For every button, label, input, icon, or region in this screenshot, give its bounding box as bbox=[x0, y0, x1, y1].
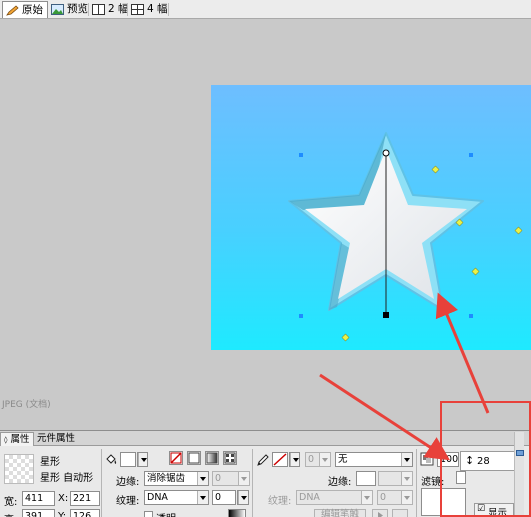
height-field[interactable]: 391 bbox=[22, 509, 55, 517]
tab-2-up-label: 2 幅 bbox=[108, 3, 129, 15]
transparent-checkbox[interactable] bbox=[144, 511, 153, 517]
opacity-icon bbox=[420, 452, 434, 466]
fill-texture-value: DNA bbox=[147, 492, 168, 503]
tab-preview[interactable]: 预览 bbox=[48, 1, 92, 18]
object-name: 星形 bbox=[40, 457, 60, 468]
shape-control-point[interactable] bbox=[471, 267, 480, 276]
paint-bucket-icon bbox=[106, 454, 117, 464]
x-field[interactable]: 221 bbox=[70, 491, 100, 506]
four-up-icon bbox=[131, 4, 144, 15]
stroke-play-button[interactable] bbox=[372, 509, 388, 517]
star-shape-svg[interactable] bbox=[211, 85, 531, 350]
shape-control-point[interactable] bbox=[514, 226, 523, 235]
fill-color-swatch[interactable] bbox=[120, 452, 136, 467]
pencil-icon bbox=[6, 5, 19, 16]
x-label: X: bbox=[58, 493, 69, 504]
stroke-size-field: 0 bbox=[305, 452, 331, 467]
stroke-style-dropdown[interactable]: 无 bbox=[335, 452, 413, 467]
stroke-pencil-icon bbox=[257, 454, 269, 466]
stroke-texture-dropdown: DNA bbox=[296, 490, 373, 505]
solid-fill-icon bbox=[188, 452, 200, 464]
panel-divider bbox=[416, 449, 417, 517]
tab-divider bbox=[168, 3, 169, 16]
stroke-texture-value: DNA bbox=[299, 492, 320, 503]
panel-divider bbox=[101, 449, 102, 517]
y-field[interactable]: 126 bbox=[70, 509, 100, 517]
shape-control-point[interactable] bbox=[341, 333, 350, 342]
fill-edge-amount-value: 0 bbox=[215, 473, 222, 484]
view-tab-bar: 原始 预览 2 幅 4 幅 bbox=[0, 0, 531, 19]
fill-texture-amount[interactable]: 0 bbox=[212, 490, 236, 505]
tab-symbol-properties[interactable]: 元件属性 bbox=[34, 432, 78, 446]
tab-2-up[interactable]: 2 幅 bbox=[89, 1, 133, 18]
selection-handle[interactable] bbox=[299, 153, 303, 157]
stroke-texture-amount: 0 bbox=[377, 490, 413, 505]
stroke-texture-amount-value: 0 bbox=[380, 492, 387, 503]
fill-texture-label: 纹理: bbox=[116, 496, 140, 507]
stroke-texture-label: 纹理: bbox=[268, 496, 292, 507]
tab-symbol-properties-label: 元件属性 bbox=[37, 433, 76, 444]
width-field[interactable]: 411 bbox=[22, 491, 55, 506]
gradient-end-handle[interactable] bbox=[383, 312, 389, 318]
object-thumbnail bbox=[4, 454, 34, 484]
two-up-icon bbox=[92, 4, 105, 15]
stroke-size-value: 0 bbox=[308, 454, 315, 465]
fill-edge-label: 边缘: bbox=[116, 477, 140, 488]
fill-solid-button[interactable] bbox=[187, 451, 201, 465]
tab-preview-label: 预览 bbox=[67, 3, 88, 15]
shape-control-point[interactable] bbox=[431, 165, 440, 174]
image-preview-icon bbox=[51, 4, 64, 15]
stroke-edge-amount bbox=[378, 471, 413, 486]
fill-none-button[interactable] bbox=[169, 451, 183, 465]
stroke-placement-button[interactable] bbox=[392, 509, 408, 517]
fill-gradient-button[interactable] bbox=[205, 451, 219, 465]
stroke-color-dropdown[interactable] bbox=[289, 452, 300, 467]
collapse-icon: ◊ bbox=[4, 436, 8, 444]
stroke-color-swatch[interactable] bbox=[272, 452, 288, 467]
panel-divider bbox=[252, 449, 253, 517]
play-icon bbox=[378, 512, 383, 517]
selection-handle[interactable] bbox=[469, 153, 473, 157]
fill-texture-amount-dropdown[interactable] bbox=[237, 490, 249, 505]
tab-4-up[interactable]: 4 幅 bbox=[128, 1, 172, 18]
pattern-fill-icon bbox=[224, 452, 236, 464]
fill-edge-value: 消除锯齿 bbox=[147, 473, 186, 484]
fill-texture-dropdown[interactable]: DNA bbox=[144, 490, 209, 505]
fill-edge-dropdown[interactable]: 消除锯齿 bbox=[144, 471, 209, 486]
fill-color-dropdown[interactable] bbox=[137, 452, 148, 467]
no-stroke-icon bbox=[273, 453, 287, 466]
canvas-area[interactable] bbox=[0, 19, 531, 414]
width-label: 宽: bbox=[4, 497, 18, 508]
stroke-edge-field[interactable] bbox=[356, 471, 376, 486]
gradient-fill-icon bbox=[206, 452, 218, 464]
object-type: 星形 自动形 bbox=[40, 473, 94, 484]
tab-properties[interactable]: ◊ 属性 bbox=[0, 432, 34, 446]
selection-handle[interactable] bbox=[469, 314, 473, 318]
highlight-box bbox=[440, 401, 531, 517]
fill-edge-amount: 0 bbox=[212, 471, 250, 486]
selection-handle[interactable] bbox=[299, 314, 303, 318]
tab-original[interactable]: 原始 bbox=[2, 1, 48, 18]
height-label: 高: bbox=[4, 511, 17, 517]
no-fill-icon bbox=[170, 452, 182, 464]
stroke-edge-label: 边缘: bbox=[328, 477, 352, 488]
edit-stroke-button[interactable]: 编辑笔触 bbox=[314, 509, 366, 517]
tab-original-label: 原始 bbox=[22, 4, 43, 16]
document-label: JPEG (文档) bbox=[2, 400, 51, 410]
transparent-label: 透明 bbox=[156, 510, 176, 517]
tab-properties-label: 属性 bbox=[10, 434, 30, 445]
document-image[interactable] bbox=[211, 85, 531, 350]
tab-4-up-label: 4 幅 bbox=[147, 3, 168, 15]
stroke-style-value: 无 bbox=[338, 454, 348, 465]
y-label: Y: bbox=[58, 511, 67, 517]
gradient-start-handle[interactable] bbox=[382, 149, 390, 157]
fill-pattern-button[interactable] bbox=[223, 451, 237, 465]
fill-gradient-preview[interactable] bbox=[228, 509, 246, 517]
